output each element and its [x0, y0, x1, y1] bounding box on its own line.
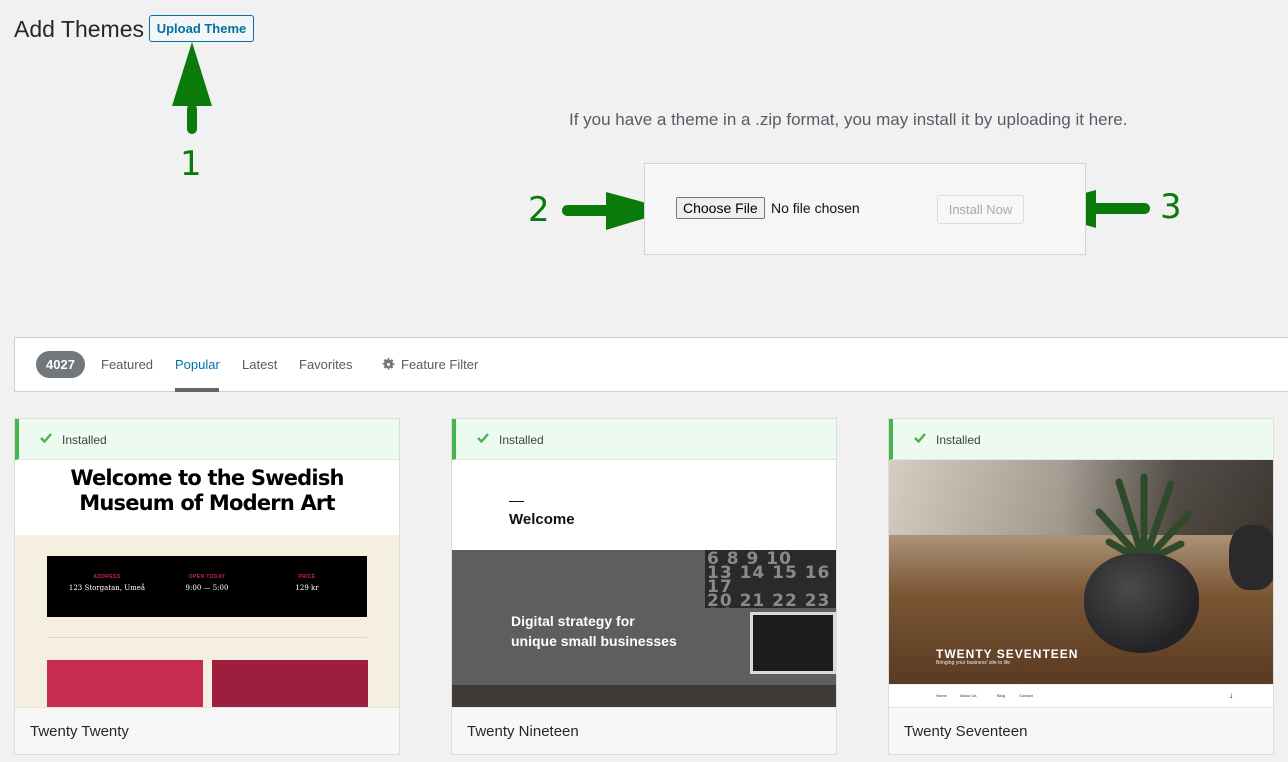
preview-body: ADDRESS 123 Storgatan, Umeå OPEN TODAY 9…	[15, 535, 399, 707]
annotation-number-2: 2	[528, 190, 550, 230]
preview-nav-item: About Us	[960, 693, 977, 698]
plant-pot-image	[1229, 525, 1273, 590]
preview-background	[889, 460, 1273, 535]
preview-info-label: ADDRESS	[93, 574, 121, 580]
theme-card-twenty-twenty[interactable]: Installed Welcome to the Swedish Museum …	[14, 418, 400, 755]
upload-theme-button[interactable]: Upload Theme	[149, 15, 254, 42]
preview-heading-line: Museum of Modern Art	[79, 491, 335, 515]
upload-form: Choose File No file chosen Install Now	[644, 163, 1086, 255]
installed-label: Installed	[936, 433, 981, 447]
choose-file-button[interactable]: Choose File	[676, 197, 765, 219]
tab-popular[interactable]: Popular	[175, 357, 220, 372]
page-title: Add Themes	[14, 16, 144, 42]
preview-image-block	[47, 660, 203, 707]
check-icon	[40, 433, 52, 444]
preview-nav-item: Contact	[1019, 693, 1033, 698]
arrow-down-icon: ↓	[1229, 690, 1234, 700]
upload-help-text: If you have a theme in a .zip format, yo…	[569, 110, 1128, 129]
preview-info-value: 123 Storgatan, Umeå	[68, 584, 146, 592]
tab-featured[interactable]: Featured	[101, 357, 153, 372]
annotation-number-3: 3	[1160, 187, 1182, 227]
preview-heading-line: Welcome to the Swedish	[70, 466, 344, 490]
installed-notice: Installed	[15, 419, 399, 460]
preview-info-box: ADDRESS 123 Storgatan, Umeå OPEN TODAY 9…	[47, 556, 367, 617]
theme-card-twenty-nineteen[interactable]: Installed Welcome 6 8 9 10 13 14 15 16 17…	[451, 418, 837, 755]
installed-notice: Installed	[452, 419, 836, 460]
preview-dash	[509, 501, 524, 502]
theme-screenshot[interactable]: Welcome 6 8 9 10 13 14 15 16 17 20 21 22 2…	[452, 460, 836, 707]
tab-favorites[interactable]: Favorites	[299, 357, 352, 372]
preview-hero-line: unique small businesses	[511, 633, 677, 649]
preview-heading: Welcome to the Swedish Museum of Modern …	[15, 460, 399, 535]
preview-tagline: Bringing your business' site to life	[936, 660, 1011, 666]
gear-icon[interactable]	[381, 357, 396, 372]
preview-info-col: PRICE 129 kr	[257, 574, 357, 592]
feature-filter-link[interactable]: Feature Filter	[401, 357, 478, 372]
theme-screenshot[interactable]: Welcome to the Swedish Museum of Modern …	[15, 460, 399, 707]
monitor-image	[750, 612, 836, 674]
theme-card-twenty-seventeen[interactable]: Installed TWENTY SEVENTEEN Bringing your…	[888, 418, 1274, 755]
preview-info-col: OPEN TODAY 9:00 — 5:00	[157, 574, 257, 592]
preview-nav: Home About Us Blog Contact ↓	[889, 684, 1273, 707]
preview-info-col: ADDRESS 123 Storgatan, Umeå	[57, 574, 157, 592]
annotation-arrow-up	[172, 42, 212, 134]
preview-hero-line: Digital strategy for	[511, 613, 635, 629]
preview-info-label: OPEN TODAY	[188, 574, 226, 580]
installed-label: Installed	[62, 433, 107, 447]
preview-welcome: Welcome	[509, 511, 575, 528]
theme-count-badge: 4027	[36, 351, 85, 378]
theme-name: Twenty Seventeen	[889, 707, 1273, 754]
plant-pot-image	[1084, 553, 1199, 653]
preview-info-label: PRICE	[298, 574, 316, 580]
preview-site-title: TWENTY SEVENTEEN	[936, 647, 1079, 661]
active-tab-indicator	[175, 388, 219, 392]
theme-filter-bar: 4027 Featured Popular Latest Favorites F…	[14, 337, 1288, 392]
preview-divider	[47, 637, 367, 638]
calendar-image: 6 8 9 1013 14 15 16 1720 21 22 23 2427 2…	[705, 550, 836, 608]
installed-label: Installed	[499, 433, 544, 447]
desk-image	[452, 685, 836, 707]
preview-hero: 6 8 9 1013 14 15 16 1720 21 22 23 2427 2…	[452, 550, 836, 707]
theme-name: Twenty Twenty	[15, 707, 399, 754]
preview-hero-text: Digital strategy for unique small busine…	[511, 611, 677, 651]
preview-info-value: 9:00 — 5:00	[185, 584, 229, 592]
preview-info-value: 129 kr	[295, 584, 319, 592]
tab-latest[interactable]: Latest	[242, 357, 277, 372]
theme-screenshot[interactable]: TWENTY SEVENTEEN Bringing your business'…	[889, 460, 1273, 707]
preview-photo: TWENTY SEVENTEEN Bringing your business'…	[889, 460, 1273, 684]
check-icon	[477, 433, 489, 444]
annotation-number-1: 1	[180, 144, 202, 184]
theme-name: Twenty Nineteen	[452, 707, 836, 754]
preview-image-block	[212, 660, 368, 707]
preview-nav-item: Blog	[997, 693, 1006, 698]
preview-header: Welcome	[452, 460, 836, 550]
preview-nav-item: Home	[936, 693, 947, 698]
installed-notice: Installed	[889, 419, 1273, 460]
file-status-text: No file chosen	[771, 200, 860, 216]
check-icon	[914, 433, 926, 444]
install-now-button[interactable]: Install Now	[937, 195, 1024, 224]
